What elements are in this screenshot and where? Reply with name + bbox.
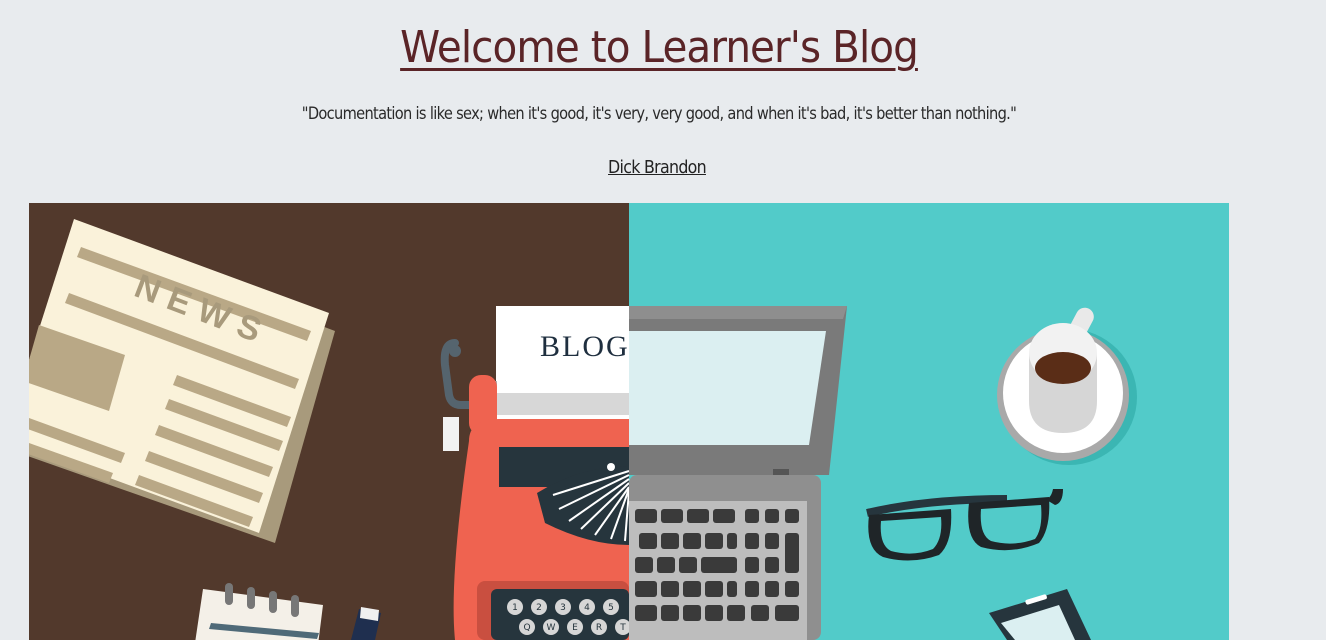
typewriter-key: 2 — [536, 603, 542, 613]
typewriter-key: E — [572, 623, 578, 633]
typewriter-key: T — [619, 623, 626, 633]
hero-illustration: NEWS BLOG 1 2 3 4 5 Q W E R T — [29, 203, 1229, 640]
typewriter-key: W — [547, 623, 556, 633]
typewriter-key: 4 — [584, 603, 590, 613]
typewriter-paper: BLOG — [496, 306, 630, 436]
page-title: Welcome to Learner's Blog — [400, 22, 919, 73]
typewriter-key: 3 — [560, 603, 566, 613]
typewriter-key: R — [596, 623, 602, 633]
hero-banner: NEWS BLOG 1 2 3 4 5 Q W E R T — [29, 203, 1229, 640]
typewriter-key: 5 — [608, 603, 614, 613]
quote-author-link[interactable]: Dick Brandon — [79, 157, 1235, 178]
typewriter-key: Q — [523, 623, 530, 633]
blog-quote: "Documentation is like sex; when it's go… — [301, 104, 1017, 124]
typewriter-key: 1 — [512, 603, 518, 613]
laptop-icon — [629, 306, 847, 640]
typewriter-paper-text: BLOG — [540, 330, 630, 363]
